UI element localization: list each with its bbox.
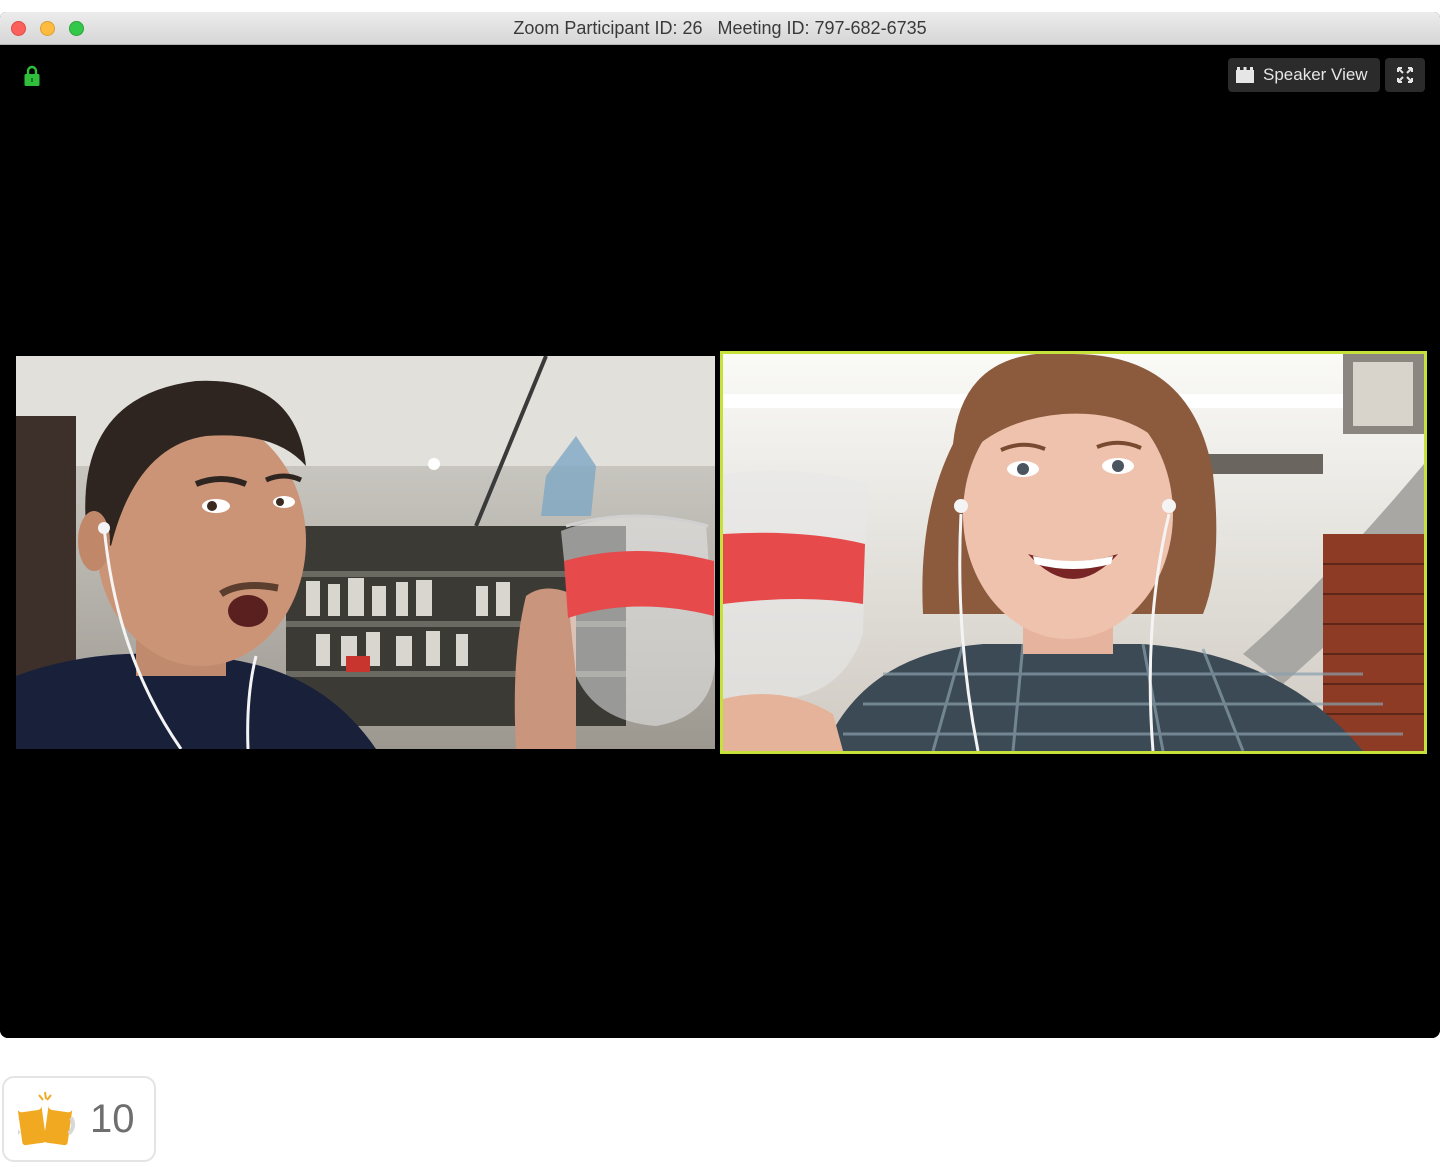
grid-icon: [1236, 67, 1254, 83]
participant-video-frame: [723, 354, 1424, 751]
zoom-window: Zoom Participant ID: 26 Meeting ID: 797-…: [0, 12, 1440, 1038]
clinking-beer-mugs-icon: [12, 1090, 76, 1148]
reaction-badge[interactable]: 10: [2, 1076, 156, 1162]
reaction-count: 10: [90, 1096, 135, 1141]
title-bar[interactable]: Zoom Participant ID: 26 Meeting ID: 797-…: [0, 12, 1440, 45]
participant-video-frame: [16, 356, 715, 749]
fullscreen-icon: [1397, 67, 1413, 83]
lock-icon[interactable]: [24, 65, 40, 87]
fullscreen-button[interactable]: [1385, 58, 1425, 92]
speaker-view-label: Speaker View: [1263, 65, 1368, 84]
video-stage: Speaker View: [0, 45, 1440, 1038]
speaker-view-button[interactable]: Speaker View: [1228, 58, 1380, 92]
participant-video-tile[interactable]: [16, 356, 715, 749]
active-speaker-video-tile[interactable]: [720, 351, 1427, 754]
window-title: Zoom Participant ID: 26 Meeting ID: 797-…: [513, 18, 927, 38]
